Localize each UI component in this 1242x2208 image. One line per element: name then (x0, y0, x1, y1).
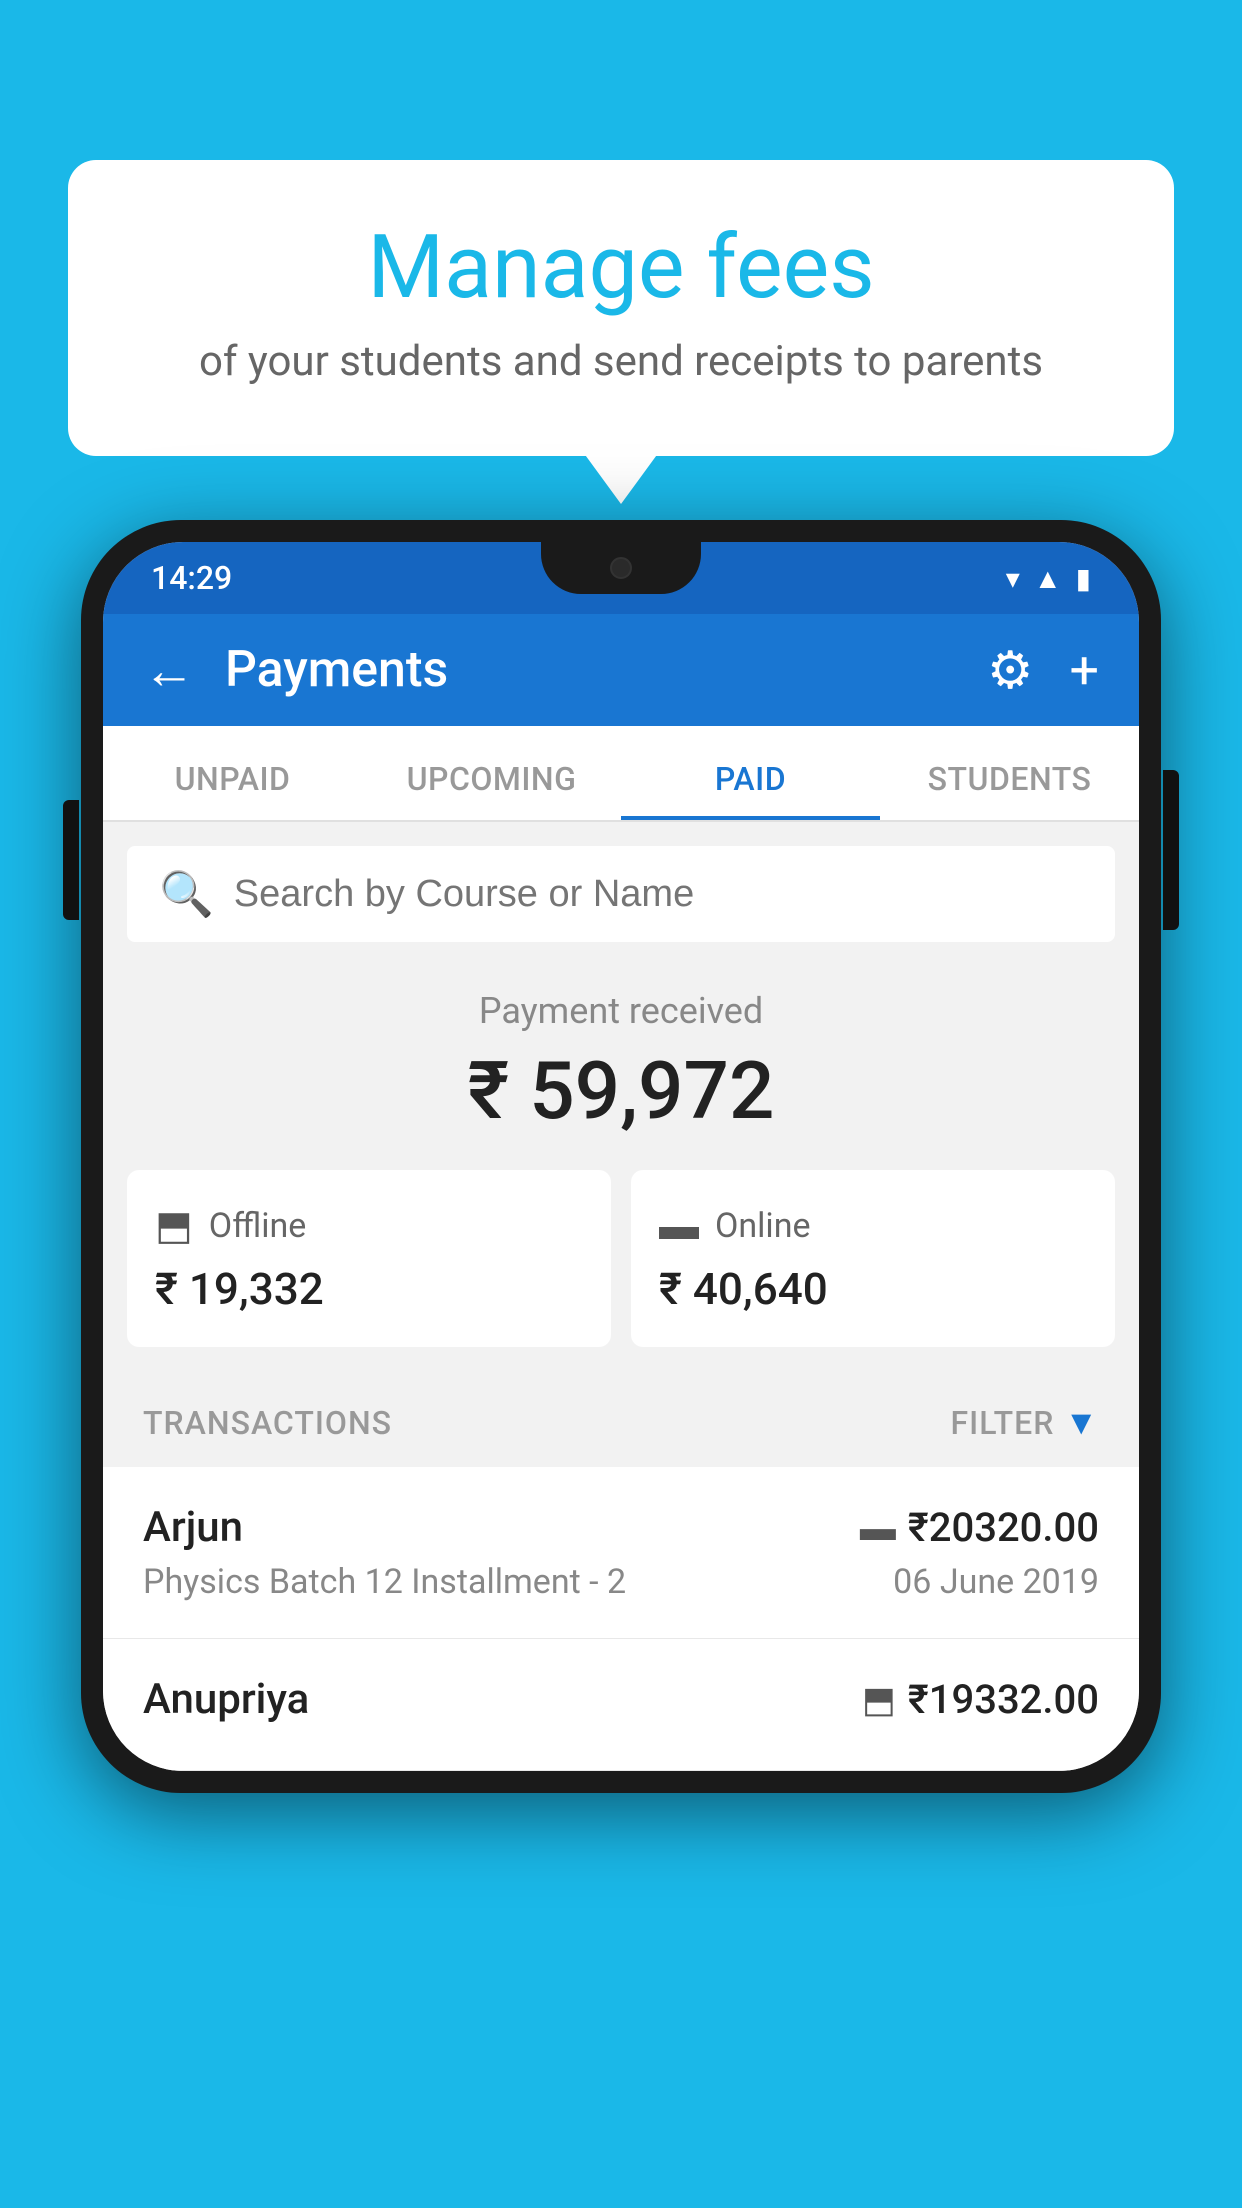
status-time: 14:29 (151, 559, 232, 597)
transaction-row-top: Anupriya ⬒ ₹19332.00 (143, 1675, 1099, 1724)
payment-amount: ₹ 59,972 (127, 1044, 1115, 1138)
search-input[interactable] (234, 873, 1083, 916)
status-icons: ▾ ▲ ▮ (1006, 562, 1091, 595)
card-payment-icon: ▬ (860, 1507, 896, 1549)
online-card: ▬ Online ₹ 40,640 (631, 1170, 1115, 1347)
transaction-date: 06 June 2019 (893, 1562, 1099, 1602)
online-label: Online (715, 1206, 811, 1246)
transaction-amount-wrap: ⬒ ₹19332.00 (862, 1676, 1099, 1723)
transaction-name: Anupriya (143, 1675, 309, 1724)
offline-card: ⬒ Offline ₹ 19,332 (127, 1170, 611, 1347)
tab-paid[interactable]: PAID (621, 726, 880, 820)
tabs: UNPAID UPCOMING PAID STUDENTS (103, 726, 1139, 822)
bubble-subtitle: of your students and send receipts to pa… (118, 337, 1124, 386)
search-bar[interactable]: 🔍 (127, 846, 1115, 942)
table-row[interactable]: Anupriya ⬒ ₹19332.00 (103, 1639, 1139, 1771)
filter-icon: ▼ (1064, 1403, 1099, 1443)
phone-screen: 14:29 ▾ ▲ ▮ ← Payments ⚙ + UNPAID (103, 542, 1139, 1771)
transaction-amount-wrap: ▬ ₹20320.00 (860, 1504, 1099, 1551)
camera-dot (610, 557, 632, 579)
offline-amount: ₹ 19,332 (155, 1263, 583, 1315)
offline-icon: ⬒ (155, 1202, 193, 1249)
tab-students[interactable]: STUDENTS (880, 726, 1139, 820)
wifi-icon: ▾ (1006, 562, 1020, 595)
app-bar-title: Payments (225, 641, 957, 699)
transaction-name: Arjun (143, 1503, 243, 1552)
transactions-label: TRANSACTIONS (143, 1404, 392, 1442)
offline-payment-icon: ⬒ (862, 1679, 896, 1721)
transaction-amount: ₹20320.00 (908, 1504, 1099, 1551)
offline-card-header: ⬒ Offline (155, 1202, 583, 1249)
tab-upcoming[interactable]: UPCOMING (362, 726, 621, 820)
add-icon[interactable]: + (1069, 640, 1099, 701)
online-icon: ▬ (659, 1202, 699, 1249)
app-bar-actions: ⚙ + (987, 640, 1099, 701)
settings-icon[interactable]: ⚙ (987, 640, 1034, 701)
payment-summary: Payment received ₹ 59,972 (103, 942, 1139, 1170)
phone-wrapper: 14:29 ▾ ▲ ▮ ← Payments ⚙ + UNPAID (81, 520, 1161, 1793)
bubble-title: Manage fees (118, 220, 1124, 317)
filter-label: FILTER (951, 1404, 1055, 1442)
phone-outer: 14:29 ▾ ▲ ▮ ← Payments ⚙ + UNPAID (81, 520, 1161, 1793)
transaction-row-top: Arjun ▬ ₹20320.00 (143, 1503, 1099, 1552)
tab-unpaid[interactable]: UNPAID (103, 726, 362, 820)
online-card-header: ▬ Online (659, 1202, 1087, 1249)
transaction-detail: Physics Batch 12 Installment - 2 (143, 1562, 626, 1602)
search-icon: 🔍 (159, 868, 214, 920)
app-bar: ← Payments ⚙ + (103, 614, 1139, 726)
back-button[interactable]: ← (143, 640, 195, 701)
transactions-header: TRANSACTIONS FILTER ▼ (103, 1379, 1139, 1467)
status-bar: 14:29 ▾ ▲ ▮ (103, 542, 1139, 614)
transaction-row-bottom: Physics Batch 12 Installment - 2 06 June… (143, 1562, 1099, 1602)
transaction-amount: ₹19332.00 (908, 1676, 1099, 1723)
payment-label: Payment received (127, 990, 1115, 1032)
speech-bubble: Manage fees of your students and send re… (68, 160, 1174, 456)
table-row[interactable]: Arjun ▬ ₹20320.00 Physics Batch 12 Insta… (103, 1467, 1139, 1639)
online-amount: ₹ 40,640 (659, 1263, 1087, 1315)
battery-icon: ▮ (1076, 562, 1091, 595)
notch (541, 542, 701, 594)
signal-icon: ▲ (1034, 562, 1062, 595)
offline-label: Offline (209, 1206, 306, 1246)
payment-cards: ⬒ Offline ₹ 19,332 ▬ Online ₹ 40,640 (103, 1170, 1139, 1379)
filter-button[interactable]: FILTER ▼ (951, 1403, 1099, 1443)
